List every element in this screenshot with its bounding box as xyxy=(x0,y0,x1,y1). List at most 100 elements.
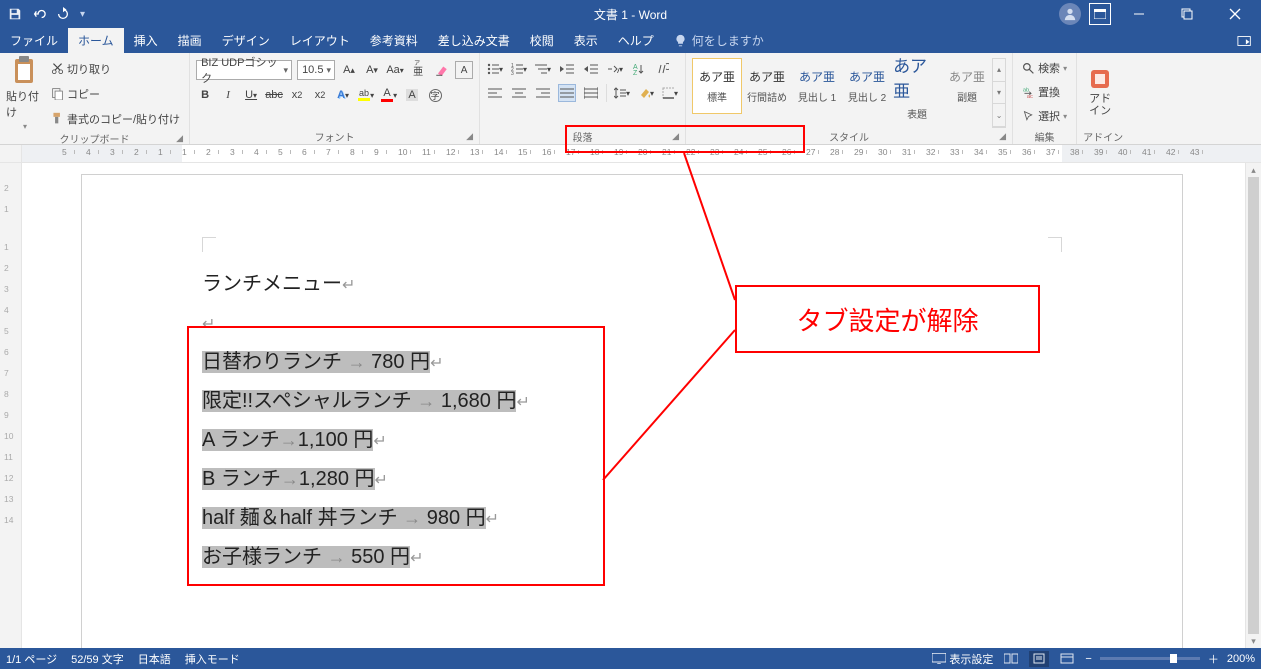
tab-file[interactable]: ファイル xyxy=(0,28,68,53)
scroll-up-icon[interactable]: ▴ xyxy=(1246,163,1261,177)
tab-references[interactable]: 参考資料 xyxy=(360,28,428,53)
shading-button[interactable]: ▾ xyxy=(637,84,655,102)
replace-button[interactable]: abac置換 xyxy=(1019,82,1070,102)
status-words[interactable]: 52/59 文字 xyxy=(71,651,124,667)
align-justify-button[interactable] xyxy=(558,84,576,102)
superscript-button[interactable]: x2 xyxy=(311,86,329,104)
tab-draw[interactable]: 描画 xyxy=(168,28,212,53)
display-settings[interactable]: 表示設定 xyxy=(932,651,993,667)
tab-design[interactable]: デザイン xyxy=(212,28,280,53)
zoom-thumb[interactable] xyxy=(1170,654,1177,663)
char-border-button[interactable]: A xyxy=(455,61,473,79)
doc-line[interactable]: お子様ランチ → 550 円↵ xyxy=(202,538,530,577)
tab-insert[interactable]: 挿入 xyxy=(124,28,168,53)
increase-indent-button[interactable] xyxy=(582,60,600,78)
asian-layout-button[interactable]: A▾ xyxy=(606,60,624,78)
doc-line[interactable]: 限定!!スペシャルランチ → 1,680 円↵ xyxy=(202,382,530,421)
zoom-value[interactable]: 200% xyxy=(1227,653,1255,665)
doc-line[interactable]: 日替わりランチ → 780 円↵ xyxy=(202,343,530,382)
chevron-up-icon[interactable]: ▴ xyxy=(993,59,1005,82)
status-page[interactable]: 1/1 ページ xyxy=(6,651,57,667)
style-nospacing[interactable]: あア亜行間詰め xyxy=(742,58,792,114)
maximize-button[interactable] xyxy=(1167,0,1207,28)
style-heading2[interactable]: あア亜見出し 2 xyxy=(842,58,892,114)
style-title[interactable]: あア亜表題 xyxy=(892,58,942,114)
zoom-in-button[interactable]: ＋ xyxy=(1208,651,1219,667)
view-read-button[interactable] xyxy=(1001,651,1021,667)
subscript-button[interactable]: x2 xyxy=(288,86,306,104)
char-shading-button[interactable]: A xyxy=(403,86,421,104)
document-canvas[interactable]: ランチメニュー↵ ↵ 日替わりランチ → 780 円↵限定!!スペシャルランチ … xyxy=(22,163,1245,648)
scrollbar-thumb[interactable] xyxy=(1248,177,1259,634)
addin-button[interactable]: アドイン xyxy=(1083,56,1117,128)
number-list-button[interactable]: 123▾ xyxy=(510,60,528,78)
bullet-list-button[interactable]: ▾ xyxy=(486,60,504,78)
chevron-down-icon[interactable]: ▾ xyxy=(993,82,1005,105)
sort-button[interactable]: AZ xyxy=(630,60,648,78)
tab-review[interactable]: 校閲 xyxy=(520,28,564,53)
find-button[interactable]: 検索▾ xyxy=(1019,58,1070,78)
phonetic-guide-button[interactable]: ア亜 xyxy=(409,61,427,79)
document-content[interactable]: ランチメニュー↵ ↵ 日替わりランチ → 780 円↵限定!!スペシャルランチ … xyxy=(202,265,530,577)
dialog-launcher-icon[interactable]: ◢ xyxy=(176,133,183,144)
tab-selector[interactable] xyxy=(0,145,22,162)
copy-button[interactable]: コピー xyxy=(48,84,183,104)
doc-line[interactable]: B ランチ→1,280 円↵ xyxy=(202,460,530,499)
text-effects-button[interactable]: A▾ xyxy=(334,86,352,104)
close-button[interactable] xyxy=(1215,0,1255,28)
dialog-launcher-icon[interactable]: ◢ xyxy=(466,131,473,142)
font-size-combo[interactable]: 10.5▾ xyxy=(297,60,335,80)
scroll-down-icon[interactable]: ▾ xyxy=(1246,634,1261,648)
select-button[interactable]: 選択▾ xyxy=(1019,106,1070,126)
status-mode[interactable]: 挿入モード xyxy=(185,651,240,667)
align-center-button[interactable] xyxy=(510,84,528,102)
align-left-button[interactable] xyxy=(486,84,504,102)
qat-dropdown-icon[interactable]: ▾ xyxy=(80,9,85,20)
shrink-font-button[interactable]: A▾ xyxy=(363,61,381,79)
align-right-button[interactable] xyxy=(534,84,552,102)
font-name-combo[interactable]: BIZ UDPゴシック▾ xyxy=(196,60,292,80)
bold-button[interactable]: B xyxy=(196,86,214,104)
change-case-button[interactable]: Aa▾ xyxy=(386,61,404,79)
style-heading1[interactable]: あア亜見出し 1 xyxy=(792,58,842,114)
vertical-ruler[interactable]: 211234567891011121314 xyxy=(0,163,22,648)
tab-home[interactable]: ホーム xyxy=(68,28,124,53)
zoom-slider[interactable] xyxy=(1100,657,1200,660)
enclose-char-button[interactable]: 字 xyxy=(426,86,444,104)
show-marks-button[interactable] xyxy=(654,60,672,78)
strike-button[interactable]: abc xyxy=(265,86,283,104)
underline-button[interactable]: U▾ xyxy=(242,86,260,104)
tab-mailings[interactable]: 差し込み文書 xyxy=(428,28,520,53)
vertical-scrollbar[interactable]: ▴ ▾ xyxy=(1245,163,1261,648)
line-spacing-button[interactable]: ▾ xyxy=(613,84,631,102)
format-painter-button[interactable]: 書式のコピー/貼り付け xyxy=(48,109,183,129)
clear-format-button[interactable] xyxy=(432,61,450,79)
style-subtitle[interactable]: あア亜副題 xyxy=(942,58,992,114)
share-icon[interactable] xyxy=(1233,34,1257,48)
styles-scroll[interactable]: ▴▾⌄ xyxy=(992,58,1006,128)
status-lang[interactable]: 日本語 xyxy=(138,651,171,667)
redo-icon[interactable] xyxy=(56,7,70,21)
ribbon-display-icon[interactable] xyxy=(1089,3,1111,25)
view-print-button[interactable] xyxy=(1029,651,1049,667)
minimize-button[interactable] xyxy=(1119,0,1159,28)
style-normal[interactable]: あア亜標準 xyxy=(692,58,742,114)
align-distribute-button[interactable] xyxy=(582,84,600,102)
decrease-indent-button[interactable] xyxy=(558,60,576,78)
doc-line[interactable]: half 麺＆half 丼ランチ → 980 円↵ xyxy=(202,499,530,538)
doc-line[interactable]: A ランチ→1,100 円↵ xyxy=(202,421,530,460)
dialog-launcher-icon[interactable]: ◢ xyxy=(672,131,679,142)
tell-me[interactable]: 何をしますか xyxy=(664,28,774,53)
horizontal-ruler[interactable]: 5432112345678910111213141516171819202122… xyxy=(0,145,1261,163)
zoom-out-button[interactable]: − xyxy=(1085,653,1091,665)
grow-font-button[interactable]: A▴ xyxy=(340,61,358,79)
tab-help[interactable]: ヘルプ xyxy=(608,28,664,53)
view-web-button[interactable] xyxy=(1057,651,1077,667)
dialog-launcher-icon[interactable]: ◢ xyxy=(999,131,1006,142)
multilevel-list-button[interactable]: ▾ xyxy=(534,60,552,78)
cut-button[interactable]: 切り取り xyxy=(48,59,183,79)
styles-more-icon[interactable]: ⌄ xyxy=(993,104,1005,127)
paste-button[interactable]: 貼り付け ▾ xyxy=(6,56,44,131)
tab-layout[interactable]: レイアウト xyxy=(280,28,360,53)
undo-icon[interactable] xyxy=(32,7,46,21)
